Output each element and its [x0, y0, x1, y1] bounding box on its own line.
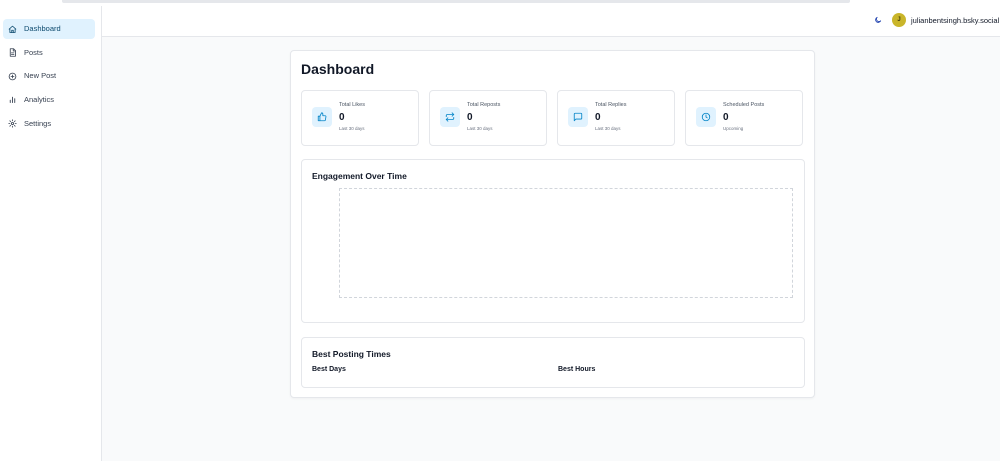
bar-chart-icon — [6, 94, 18, 106]
plus-circle-icon — [6, 70, 18, 82]
stat-subtext: Last 30 days — [339, 126, 365, 131]
best-times-title: Best Posting Times — [312, 349, 391, 359]
engagement-chart-area — [339, 188, 793, 298]
sidebar-item-label: Dashboard — [24, 24, 61, 34]
stat-subtext: Last 30 days — [595, 126, 621, 131]
sidebar-item-posts[interactable]: Posts — [3, 43, 95, 63]
username[interactable]: julianbentsingh.bsky.social — [911, 16, 999, 25]
sidebar-item-label: Posts — [24, 47, 43, 57]
stat-subtext: Last 30 days — [467, 126, 493, 131]
engagement-panel: Engagement Over Time — [301, 159, 805, 323]
avatar[interactable]: J — [892, 13, 906, 27]
sidebar-item-dashboard[interactable]: Dashboard — [3, 19, 95, 39]
stat-label: Scheduled Posts — [723, 102, 765, 108]
stat-label: Total Reposts — [467, 102, 501, 108]
page-title: Dashboard — [301, 61, 375, 77]
stat-label: Total Likes — [339, 102, 365, 108]
stat-value: 0 — [467, 112, 473, 123]
stat-label: Total Replies — [595, 102, 627, 108]
sidebar-item-new-post[interactable]: New Post — [3, 66, 95, 86]
best-days-label: Best Days — [312, 366, 346, 373]
stat-subtext: Upcoming — [723, 126, 744, 131]
browser-bar — [62, 0, 850, 3]
stat-card-reposts: Total Reposts 0 Last 30 days — [429, 90, 547, 146]
sidebar-item-label: Analytics — [24, 95, 55, 105]
sidebar-item-analytics[interactable]: Analytics — [3, 90, 95, 110]
home-icon — [6, 23, 18, 35]
sidebar-item-settings[interactable]: Settings — [3, 113, 95, 133]
chat-bubble-icon — [568, 107, 588, 127]
sidebar-item-label: New Post — [24, 71, 57, 81]
best-hours-label: Best Hours — [558, 366, 596, 373]
stat-value: 0 — [339, 112, 345, 123]
best-times-panel: Best Posting Times Best Days Best Hours — [301, 337, 805, 388]
document-icon — [6, 47, 18, 59]
stat-value: 0 — [595, 112, 601, 123]
top-header: J julianbentsingh.bsky.social — [102, 6, 1000, 37]
clock-icon — [696, 107, 716, 127]
thumbs-up-icon — [312, 107, 332, 127]
engagement-title: Engagement Over Time — [312, 171, 407, 181]
stat-card-scheduled: Scheduled Posts 0 Upcoming — [685, 90, 803, 146]
sidebar-item-label: Settings — [24, 118, 52, 128]
repost-icon — [440, 107, 460, 127]
stat-value: 0 — [723, 112, 729, 123]
gear-icon — [6, 117, 18, 129]
stat-card-replies: Total Replies 0 Last 30 days — [557, 90, 675, 146]
moon-icon[interactable] — [873, 15, 883, 25]
dashboard-card: Dashboard Total Likes 0 Last 30 days Tot… — [290, 50, 815, 398]
sidebar: Dashboard Posts New Post Analytics Setti… — [0, 6, 102, 461]
stat-card-likes: Total Likes 0 Last 30 days — [301, 90, 419, 146]
